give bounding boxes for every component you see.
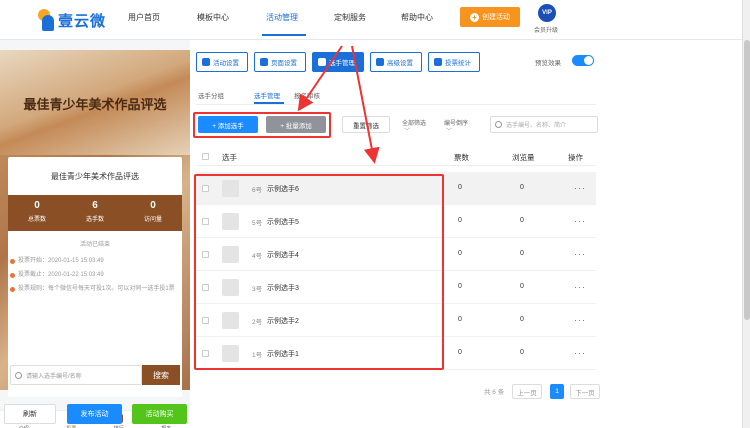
stat-visits: 0 访问量 xyxy=(143,200,162,223)
stat-total-votes: 0 总票数 xyxy=(27,200,46,223)
nav-active-indicator xyxy=(262,34,306,36)
more-icon[interactable]: ··· xyxy=(574,282,586,292)
header-actions: 操作 xyxy=(568,153,583,162)
activity-card: 最佳青少年美术作品评选 0 总票数 6 选手数 0 访问量 活动已结束 投票开始… xyxy=(8,157,182,397)
preview-toggle[interactable] xyxy=(572,55,594,66)
more-icon[interactable]: ··· xyxy=(574,315,586,325)
mobile-preview: 最佳青少年美术作品评选 最佳青少年美术作品评选 0 总票数 6 选手数 0 访问… xyxy=(0,50,190,428)
management-panel: 活动设置 页面设置 选手管理 高级设置 投票统计 预览效果 选手分组 选手管理 … xyxy=(190,40,742,428)
contestant-search-input[interactable]: 选手编号、名称、简介 xyxy=(490,116,598,133)
vip-icon[interactable]: VIP xyxy=(538,4,556,22)
contestant-management-button[interactable]: 选手管理 xyxy=(312,52,364,72)
create-activity-label: 创建活动 xyxy=(482,14,510,21)
info-end: 投票截止：2020-01-22 15:03:49 xyxy=(10,271,178,280)
advanced-settings-button[interactable]: 高级设置 xyxy=(370,52,422,72)
gear-icon xyxy=(260,58,268,66)
settings-icon xyxy=(202,58,210,66)
info-rules: 投票规则：每个微信号每天可投1次。可以对同一选手投1票 xyxy=(10,285,178,294)
logo[interactable]: 壹云微 xyxy=(38,6,106,34)
reset-filter-button[interactable]: 重置筛选 xyxy=(342,116,390,133)
vip-upgrade-label[interactable]: 会员升级 xyxy=(534,25,558,34)
chevron-down-icon: ﹀ xyxy=(446,129,453,135)
header-views: 浏览量 xyxy=(512,153,535,162)
nav-item-custom[interactable]: 定制服务 xyxy=(334,12,366,23)
page-scrollbar[interactable] xyxy=(742,0,750,428)
table-header: 选手 票数 浏览量 操作 xyxy=(196,148,596,166)
dot-icon xyxy=(10,259,15,264)
prev-page-button[interactable]: 上一页 xyxy=(512,384,542,399)
annotation-box-rows xyxy=(194,174,444,370)
vote-statistics-button[interactable]: 投票统计 xyxy=(428,52,480,72)
nav-item-templates[interactable]: 模板中心 xyxy=(197,12,229,23)
users-icon xyxy=(318,58,326,66)
activity-status: 活动已结束 xyxy=(79,242,110,248)
subtab-contestants[interactable]: 选手管理 xyxy=(254,90,280,100)
dot-icon xyxy=(10,287,15,292)
publish-button[interactable]: 发布活动 xyxy=(67,404,122,424)
chart-icon xyxy=(434,58,442,66)
logo-icon xyxy=(38,9,56,31)
refresh-button[interactable]: 刷新 xyxy=(4,404,56,424)
page-current[interactable]: 1 xyxy=(550,384,564,399)
card-title: 最佳青少年美术作品评选 xyxy=(51,172,139,181)
nav-item-activity[interactable]: 活动管理 xyxy=(266,12,298,23)
stats-bar: 0 总票数 6 选手数 0 访问量 xyxy=(8,195,182,231)
more-icon[interactable]: ··· xyxy=(574,348,586,358)
scroll-thumb[interactable] xyxy=(744,40,750,320)
chevron-down-icon: ﹀ xyxy=(404,129,411,135)
buy-button[interactable]: 活动购买 xyxy=(132,404,187,424)
preview-search-input[interactable]: 请输入选手编号/名称 xyxy=(10,365,142,385)
select-all-checkbox[interactable] xyxy=(202,153,209,160)
plus-icon: + xyxy=(470,12,479,22)
dot-icon xyxy=(10,273,15,278)
more-icon[interactable]: ··· xyxy=(574,183,586,193)
more-icon[interactable]: ··· xyxy=(574,216,586,226)
brand-name: 壹云微 xyxy=(58,12,107,30)
subtab-groups[interactable]: 选手分组 xyxy=(198,90,224,100)
preview-banner: 最佳青少年美术作品评选 xyxy=(0,50,190,155)
header-votes: 票数 xyxy=(454,153,469,162)
header-contestant: 选手 xyxy=(222,153,237,162)
pagination-total: 共 6 条 xyxy=(484,389,505,396)
stat-contestants: 6 选手数 xyxy=(85,200,104,223)
nav-item-home[interactable]: 用户首页 xyxy=(128,12,160,23)
annotation-box-actions xyxy=(193,112,331,138)
create-activity-button[interactable]: + 创建活动 xyxy=(460,7,520,27)
search-icon xyxy=(15,371,22,379)
more-icon[interactable]: ··· xyxy=(574,249,586,259)
page-settings-button[interactable]: 页面设置 xyxy=(254,52,306,72)
preview-search-button[interactable]: 搜索 xyxy=(142,365,180,385)
subtab-divider xyxy=(196,104,596,105)
top-navigation: 壹云微 用户首页 模板中心 活动管理 定制服务 帮助中心 + 创建活动 VIP … xyxy=(0,0,742,40)
activity-settings-button[interactable]: 活动设置 xyxy=(196,52,248,72)
subtab-review[interactable]: 报名审核 xyxy=(294,90,320,100)
banner-title: 最佳青少年美术作品评选 xyxy=(23,97,167,112)
info-start: 投票开始：2020-01-15 15:03:49 xyxy=(10,257,178,266)
nav-item-help[interactable]: 帮助中心 xyxy=(401,12,433,23)
preview-toggle-label: 预览效果 xyxy=(535,60,561,67)
next-page-button[interactable]: 下一页 xyxy=(570,384,600,399)
search-icon xyxy=(495,121,502,128)
sliders-icon xyxy=(376,58,384,66)
